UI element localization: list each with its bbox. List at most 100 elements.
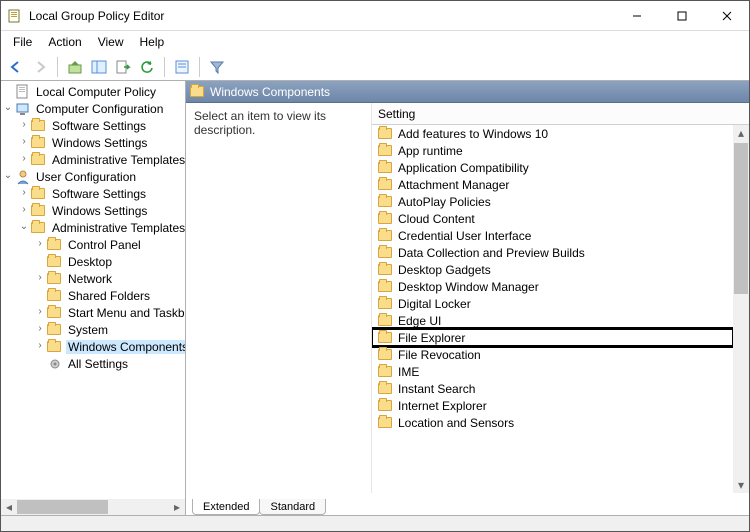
tree-item[interactable]: ›Windows Settings bbox=[1, 202, 185, 219]
show-hide-tree-button[interactable] bbox=[88, 56, 110, 78]
folder-icon bbox=[31, 118, 47, 134]
refresh-button[interactable] bbox=[136, 56, 158, 78]
export-button[interactable] bbox=[112, 56, 134, 78]
tree-item[interactable]: ›Software Settings bbox=[1, 185, 185, 202]
column-header-setting[interactable]: Setting bbox=[372, 103, 749, 125]
folder-icon bbox=[378, 347, 394, 363]
list-item[interactable]: Credential User Interface bbox=[372, 227, 733, 244]
tree-item[interactable]: ⌄Computer Configuration bbox=[1, 100, 185, 117]
expand-icon[interactable]: › bbox=[17, 186, 31, 200]
tree-item[interactable]: › Windows Components bbox=[1, 338, 185, 355]
tree-item[interactable]: ›Administrative Templates bbox=[1, 151, 185, 168]
tree-item[interactable]: › Control Panel bbox=[1, 236, 185, 253]
scroll-up-icon[interactable]: ▴ bbox=[733, 125, 749, 141]
folder-icon bbox=[47, 305, 63, 321]
list-item[interactable]: File Revocation bbox=[372, 346, 733, 363]
list-item-label: Credential User Interface bbox=[398, 229, 531, 243]
minimize-button[interactable] bbox=[614, 1, 659, 30]
tree-item[interactable]: ›Network bbox=[1, 270, 185, 287]
folder-icon bbox=[378, 313, 394, 329]
tree-item[interactable]: ›Start Menu and Taskbar bbox=[1, 304, 185, 321]
tab-extended[interactable]: Extended bbox=[192, 499, 260, 515]
menu-view[interactable]: View bbox=[90, 33, 132, 51]
list-item[interactable]: Edge UI bbox=[372, 312, 733, 329]
properties-button[interactable] bbox=[171, 56, 193, 78]
list-item-label: Internet Explorer bbox=[398, 399, 487, 413]
list-item[interactable]: IME bbox=[372, 363, 733, 380]
list-item[interactable]: App runtime bbox=[372, 142, 733, 159]
folder-icon bbox=[378, 177, 394, 193]
expand-icon[interactable]: ⌄ bbox=[1, 169, 15, 183]
expand-icon[interactable]: › bbox=[17, 118, 31, 132]
expand-icon[interactable]: › bbox=[17, 203, 31, 217]
tree-item-label: Desktop bbox=[66, 255, 114, 269]
list-item[interactable]: Cloud Content bbox=[372, 210, 733, 227]
tree-item[interactable]: All Settings bbox=[1, 355, 185, 372]
expand-icon[interactable]: › bbox=[17, 152, 31, 166]
tree-item[interactable]: ⌄Administrative Templates bbox=[1, 219, 185, 236]
tree-item[interactable]: Desktop bbox=[1, 253, 185, 270]
list-item[interactable]: Desktop Gadgets bbox=[372, 261, 733, 278]
expand-icon[interactable]: › bbox=[33, 339, 47, 353]
tree-item-label: Windows Components bbox=[66, 340, 185, 354]
app-window: Local Group Policy Editor File Action Vi… bbox=[0, 0, 750, 532]
folder-icon bbox=[378, 143, 394, 159]
expand-icon[interactable]: › bbox=[17, 135, 31, 149]
expand-icon[interactable]: › bbox=[33, 305, 47, 319]
expand-icon[interactable]: › bbox=[33, 237, 47, 251]
folder-icon bbox=[378, 245, 394, 261]
list-item[interactable]: Digital Locker bbox=[372, 295, 733, 312]
filter-button[interactable] bbox=[206, 56, 228, 78]
scroll-left-icon[interactable]: ◂ bbox=[1, 499, 17, 515]
tree-item[interactable]: Local Computer Policy bbox=[1, 83, 185, 100]
tree-item-label: Windows Settings bbox=[50, 136, 149, 150]
tree-h-scrollbar[interactable]: ◂ ▸ bbox=[1, 499, 185, 515]
tree-item[interactable]: ›System bbox=[1, 321, 185, 338]
list-item[interactable]: File Explorer bbox=[372, 329, 733, 346]
up-button[interactable] bbox=[64, 56, 86, 78]
tree-item[interactable]: ⌄User Configuration bbox=[1, 168, 185, 185]
tab-standard[interactable]: Standard bbox=[259, 499, 326, 515]
scroll-right-icon[interactable]: ▸ bbox=[169, 499, 185, 515]
list-item-label: Digital Locker bbox=[398, 297, 471, 311]
forward-button[interactable] bbox=[29, 56, 51, 78]
maximize-button[interactable] bbox=[659, 1, 704, 30]
tree-item[interactable]: Shared Folders bbox=[1, 287, 185, 304]
list-item[interactable]: Instant Search bbox=[372, 380, 733, 397]
folder-icon bbox=[378, 211, 394, 227]
tree-item-label: Control Panel bbox=[66, 238, 143, 252]
window-title: Local Group Policy Editor bbox=[29, 9, 164, 23]
expand-icon[interactable]: › bbox=[33, 271, 47, 285]
folder-icon bbox=[378, 415, 394, 431]
folder-icon bbox=[378, 126, 394, 142]
list-item[interactable]: Add features to Windows 10 bbox=[372, 125, 733, 142]
list-item-label: Attachment Manager bbox=[398, 178, 509, 192]
list-item[interactable]: Data Collection and Preview Builds bbox=[372, 244, 733, 261]
tree-item[interactable]: ›Software Settings bbox=[1, 117, 185, 134]
menu-help[interactable]: Help bbox=[132, 33, 173, 51]
doc-icon bbox=[15, 84, 31, 100]
tree-item[interactable]: › Windows Settings bbox=[1, 134, 185, 151]
tree-pane: Local Computer Policy⌄Computer Configura… bbox=[1, 81, 186, 515]
menu-file[interactable]: File bbox=[5, 33, 40, 51]
folder-icon bbox=[31, 186, 47, 202]
list-item[interactable]: Desktop Window Manager bbox=[372, 278, 733, 295]
list-item-label: Desktop Gadgets bbox=[398, 263, 491, 277]
expand-icon[interactable]: › bbox=[33, 322, 47, 336]
list-item[interactable]: Application Compatibility bbox=[372, 159, 733, 176]
scroll-down-icon[interactable]: ▾ bbox=[733, 477, 749, 493]
list-item[interactable]: AutoPlay Policies bbox=[372, 193, 733, 210]
list-item[interactable]: Attachment Manager bbox=[372, 176, 733, 193]
menu-action[interactable]: Action bbox=[40, 33, 89, 51]
list-item[interactable]: Location and Sensors bbox=[372, 414, 733, 431]
tree-item-label: Local Computer Policy bbox=[34, 85, 158, 99]
list-item-label: Application Compatibility bbox=[398, 161, 529, 175]
close-button[interactable] bbox=[704, 1, 749, 30]
list-item-label: App runtime bbox=[398, 144, 463, 158]
expand-icon[interactable]: ⌄ bbox=[17, 220, 31, 234]
expand-icon[interactable]: ⌄ bbox=[1, 101, 15, 115]
back-button[interactable] bbox=[5, 56, 27, 78]
tab-strip: Extended Standard bbox=[186, 493, 749, 515]
list-v-scrollbar[interactable]: ▴ ▾ bbox=[733, 125, 749, 493]
list-item[interactable]: Internet Explorer bbox=[372, 397, 733, 414]
